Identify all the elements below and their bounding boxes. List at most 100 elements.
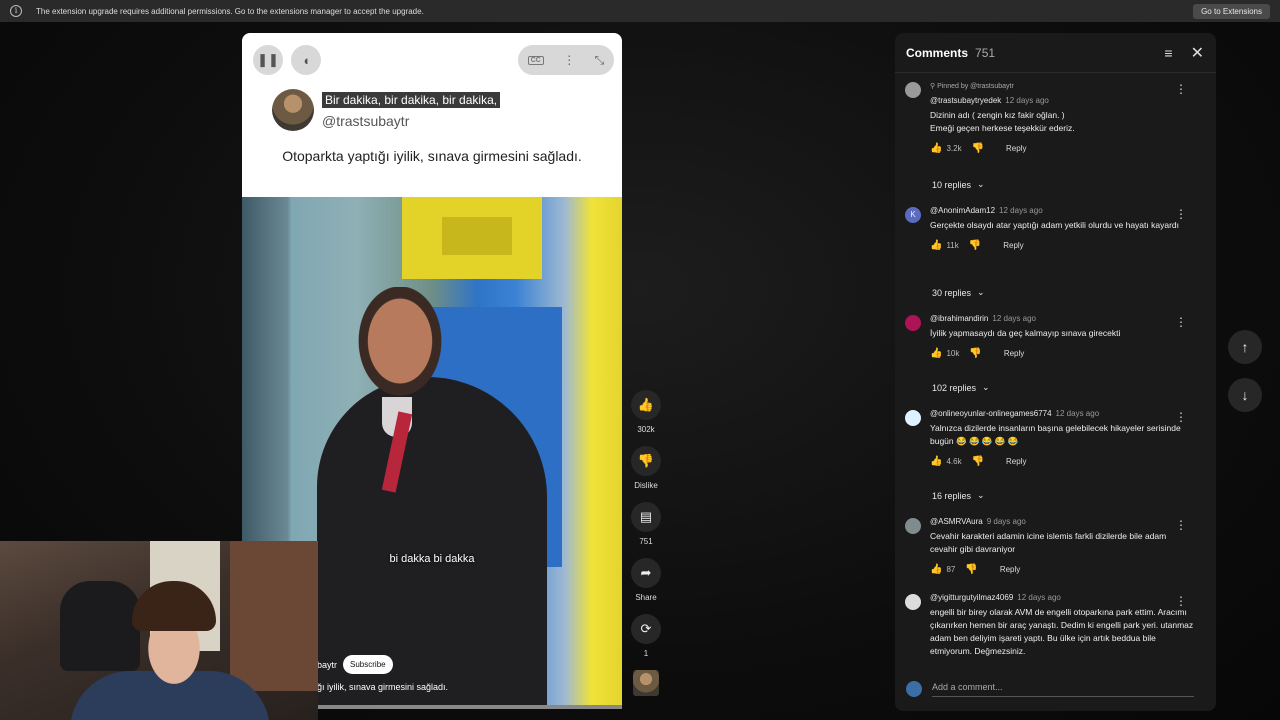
reply-button[interactable]: Reply (1004, 349, 1024, 358)
share-button[interactable]: ➦ Share (630, 558, 662, 602)
thumbs-up-icon: 👍 (631, 390, 661, 420)
comment-avatar[interactable] (905, 82, 921, 98)
comment-avatar[interactable] (905, 594, 921, 610)
like-count: 11k (946, 241, 959, 250)
chevron-down-icon: ⌄ (977, 490, 985, 500)
channel-name[interactable]: baytr (317, 660, 337, 670)
reply-button[interactable]: Reply (1006, 457, 1026, 466)
comment-author[interactable]: @onlineoyunlar-onlinegames6774 (930, 409, 1052, 418)
comment-menu-icon[interactable]: ⋮ (1175, 82, 1187, 96)
comment-menu-icon[interactable]: ⋮ (1175, 594, 1187, 608)
like-count: 87 (946, 565, 956, 574)
comment-menu-icon[interactable]: ⋮ (1175, 518, 1187, 532)
comment-author[interactable]: @yigitturgutyilmaz4069 (930, 593, 1013, 602)
previous-short-button[interactable]: ↑ (1228, 330, 1262, 364)
action-rail: 👍 302k 👎 Dislike ▤ 751 ➦ Share ⟳ 1 (630, 390, 662, 708)
subscribe-button[interactable]: Subscribe (343, 655, 393, 674)
comment-avatar[interactable] (905, 315, 921, 331)
channel-row: baytr Subscribe (317, 655, 393, 674)
dislike-icon[interactable]: 👎 (969, 240, 981, 251)
add-comment-input[interactable]: Add a comment... (932, 682, 1194, 697)
comment-menu-icon[interactable]: ⋮ (1175, 410, 1187, 424)
dislike-icon[interactable]: 👎 (972, 143, 984, 154)
webcam-curtain (230, 541, 318, 691)
info-icon: i (10, 5, 22, 17)
background-sign (402, 197, 542, 279)
comments-button[interactable]: ▤ 751 (630, 502, 662, 546)
like-icon[interactable]: 👍 (930, 456, 942, 467)
sound-thumbnail-image (633, 670, 659, 696)
like-icon[interactable]: 👍 (930, 564, 942, 575)
pause-icon: ❚❚ (257, 52, 279, 67)
comment-author[interactable]: @AnonimAdam12 (930, 206, 995, 215)
reply-button[interactable]: Reply (1000, 565, 1020, 574)
dislike-icon[interactable]: 👎 (972, 456, 984, 467)
comment-text: Yalnızca dizilerde insanların başına gel… (930, 423, 1181, 446)
dislike-button[interactable]: 👎 Dislike (630, 446, 662, 490)
add-comment-bar[interactable]: Add a comment... (895, 667, 1216, 711)
volume-icon: ◖ (302, 52, 310, 68)
comments-title: Comments (906, 45, 969, 60)
video-description[interactable]: ğı iyilik, sınava girmesini sağladı. (317, 682, 448, 692)
comment-text: engelli bir birey olarak AVM de engelli … (930, 607, 1194, 656)
overlay-handle: @trastsubaytr (322, 113, 410, 129)
remix-button[interactable]: ⟳ 1 (630, 614, 662, 658)
chevron-down-icon: ⌄ (977, 287, 985, 297)
like-count: 3.2k (946, 144, 962, 153)
dislike-icon[interactable]: 👎 (965, 564, 977, 575)
replies-toggle[interactable]: 10 replies ⌄ (932, 179, 985, 190)
comment-time: 9 days ago (986, 517, 1026, 526)
comment-time: 12 days ago (992, 314, 1036, 323)
person-head (350, 287, 450, 407)
go-to-extensions-button[interactable]: Go to Extensions (1193, 3, 1270, 19)
next-short-button[interactable]: ↓ (1228, 378, 1262, 412)
comment-text: Dizinin adı ( zengin kız fakir oğlan. ) … (930, 110, 1075, 133)
volume-button[interactable]: ◖ (291, 45, 321, 75)
comment-item: @ibrahimandirin 12 days ago İyilik yapmas… (905, 307, 1205, 359)
comment-time: 12 days ago (1055, 409, 1100, 418)
comment-menu-icon[interactable]: ⋮ (1175, 315, 1187, 329)
close-icon[interactable]: ✕ (1191, 43, 1204, 63)
replies-toggle[interactable]: 30 replies ⌄ (932, 287, 985, 298)
remix-count: 1 (643, 649, 649, 658)
comment-avatar[interactable]: K (905, 207, 921, 223)
comment-author[interactable]: @ibrahimandirin (930, 314, 988, 323)
webcam-overlay (0, 541, 318, 720)
dislike-icon[interactable]: 👎 (969, 348, 981, 359)
sound-thumbnail[interactable] (630, 670, 662, 696)
comment-item: K @AnonimAdam12 12 days ago Gerçekte olsa… (905, 199, 1205, 251)
comment-time: 12 days ago (1017, 593, 1061, 602)
banner-message: The extension upgrade requires additiona… (36, 6, 424, 16)
comment-icon: ▤ (631, 502, 661, 532)
pause-button[interactable]: ❚❚ (253, 45, 283, 75)
like-icon[interactable]: 👍 (930, 240, 942, 251)
progress-bar[interactable] (317, 705, 622, 709)
comment-author[interactable]: @ASMRVAura (930, 517, 983, 526)
chevron-down-icon: ⌄ (982, 382, 990, 392)
comment-item: @yigitturgutyilmaz4069 12 days ago engell… (905, 586, 1205, 658)
comment-item: ⚲ Pinned by @trastsubaytr @trastsubaytry… (905, 74, 1205, 154)
comment-text: Gerçekte olsaydı atar yaptığı adam yetki… (930, 220, 1179, 230)
extension-banner: i The extension upgrade requires additio… (0, 0, 1280, 22)
reply-button[interactable]: Reply (1006, 144, 1026, 153)
like-icon[interactable]: 👍 (930, 143, 942, 154)
reply-button[interactable]: Reply (1003, 241, 1023, 250)
like-button[interactable]: 👍 302k (630, 390, 662, 434)
comment-menu-icon[interactable]: ⋮ (1175, 207, 1187, 221)
sort-icon[interactable]: ≡ (1164, 45, 1172, 61)
comment-author[interactable]: @trastsubaytryedek (930, 96, 1001, 105)
arrow-down-icon: ↓ (1241, 387, 1249, 403)
like-count: 10k (946, 349, 960, 358)
captions-icon[interactable]: CC (527, 55, 544, 65)
like-icon[interactable]: 👍 (930, 348, 942, 359)
remix-icon: ⟳ (631, 614, 661, 644)
more-options-icon[interactable]: ⋮ (563, 53, 575, 67)
comment-avatar[interactable] (905, 518, 921, 534)
comments-total: 751 (975, 45, 996, 60)
collapse-icon[interactable]: ⤡ (595, 53, 605, 68)
replies-toggle[interactable]: 16 replies ⌄ (932, 490, 985, 501)
comments-list[interactable]: ⚲ Pinned by @trastsubaytr @trastsubaytry… (895, 74, 1216, 666)
share-label: Share (635, 593, 657, 602)
comment-avatar[interactable] (905, 410, 921, 426)
replies-toggle[interactable]: 102 replies ⌄ (932, 382, 990, 393)
